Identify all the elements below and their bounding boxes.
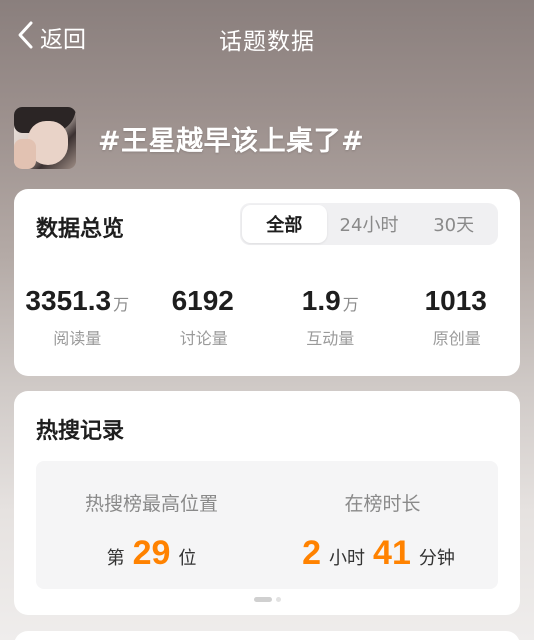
rank-prefix: 第 <box>106 548 125 569</box>
on-list-duration: 在榜时长 2 小时 41 分钟 <box>267 461 498 589</box>
topic-avatar <box>14 107 76 169</box>
stats-row: 3351.3 万 阅读量 6192 讨论量 1.9 万 互动量 1013 原创量 <box>14 285 520 349</box>
tab-all[interactable]: 全部 <box>242 205 327 243</box>
topic-title: #王星越早该上桌了# <box>98 125 365 157</box>
stat-reads: 3351.3 万 阅读量 <box>14 285 141 349</box>
hot-search-card: 热搜记录 热搜榜最高位置 第 29 位 在榜时长 2 小时 41 分钟 <box>14 391 520 615</box>
rank-suffix: 位 <box>178 548 197 569</box>
tab-24h[interactable]: 24小时 <box>327 205 412 243</box>
duration-hours: 2 <box>302 534 322 572</box>
page-dot-active <box>253 597 272 602</box>
duration-label: 在榜时长 <box>344 493 421 515</box>
overview-title: 数据总览 <box>36 217 125 242</box>
stat-value: 3351.3 <box>25 285 112 316</box>
hot-search-carousel[interactable]: 热搜榜最高位置 第 29 位 在榜时长 2 小时 41 分钟 <box>36 461 498 589</box>
stat-value: 1.9 <box>301 285 341 316</box>
overview-card: 数据总览 全部 24小时 30天 3351.3 万 阅读量 6192 讨论量 1.… <box>14 189 520 376</box>
stat-label: 原创量 <box>432 329 481 348</box>
stat-originals: 1013 原创量 <box>394 285 521 349</box>
navigation-bar: 返回 话题数据 <box>0 0 534 74</box>
hot-search-title: 热搜记录 <box>36 419 125 444</box>
stat-unit: 万 <box>113 295 130 314</box>
tab-30d[interactable]: 30天 <box>411 205 496 243</box>
stat-label: 讨论量 <box>179 329 228 348</box>
duration-minutes: 41 <box>373 534 411 572</box>
duration-minutes-unit: 分钟 <box>418 548 455 569</box>
next-card <box>14 631 520 640</box>
duration-hours-unit: 小时 <box>329 548 366 569</box>
highest-rank: 热搜榜最高位置 第 29 位 <box>36 461 267 589</box>
rank-value: 29 <box>132 534 171 572</box>
time-range-tabs: 全部 24小时 30天 <box>240 203 498 245</box>
stat-discussions: 6192 讨论量 <box>141 285 268 349</box>
page-indicator <box>14 597 520 602</box>
topic-header: #王星越早该上桌了# <box>14 106 364 170</box>
stat-unit: 万 <box>342 295 359 314</box>
stat-label: 阅读量 <box>53 329 102 348</box>
stat-value: 1013 <box>424 285 487 316</box>
stat-label: 互动量 <box>306 329 355 348</box>
page-dot <box>275 597 281 602</box>
page-title: 话题数据 <box>219 29 315 55</box>
stat-value: 6192 <box>171 285 234 316</box>
highest-rank-label: 热搜榜最高位置 <box>84 493 218 515</box>
stat-interactions: 1.9 万 互动量 <box>267 285 394 349</box>
